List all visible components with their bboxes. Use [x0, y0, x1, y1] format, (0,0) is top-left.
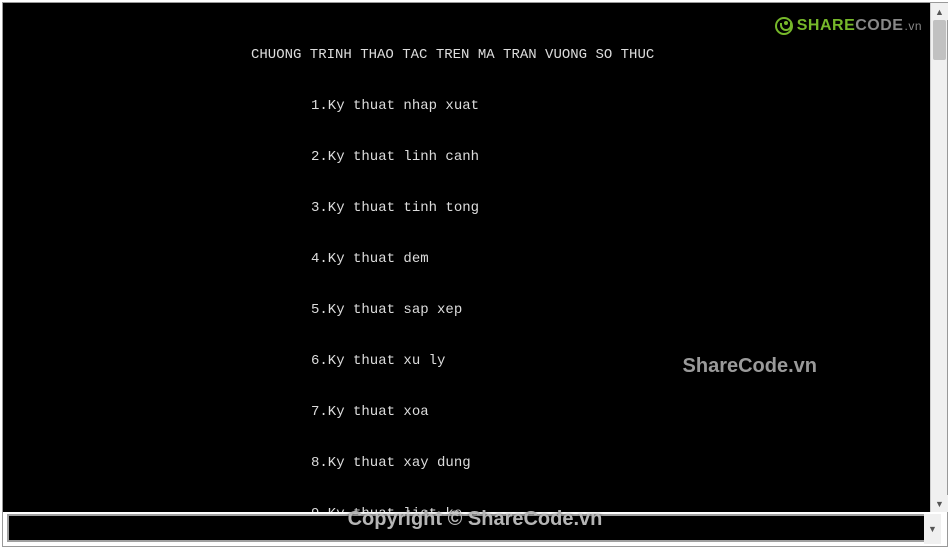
menu-item: 1.Ky thuat nhap xuat — [3, 98, 930, 115]
menu-item: 3.Ky thuat tinh tong — [3, 200, 930, 217]
console-output: CHUONG TRINH THAO TAC TREN MA TRAN VUONG… — [3, 3, 930, 512]
scroll-thumb[interactable] — [933, 20, 946, 60]
copyright-text: Copyright © ShareCode.vn — [348, 508, 603, 531]
menu-item: 2.Ky thuat linh canh — [3, 149, 930, 166]
dropdown-arrow-icon[interactable]: ▼ — [924, 514, 941, 544]
menu-item: 4.Ky thuat dem — [3, 251, 930, 268]
sharecode-logo-icon — [775, 17, 793, 35]
center-watermark: ShareCode.vn — [683, 355, 817, 378]
window-frame: CHUONG TRINH THAO TAC TREN MA TRAN VUONG… — [2, 2, 948, 547]
scroll-down-button[interactable]: ▼ — [931, 495, 948, 512]
logo-text: SHARECODE.vn — [797, 17, 922, 35]
scroll-up-button[interactable]: ▲ — [931, 3, 948, 20]
menu-item: 8.Ky thuat xay dung — [3, 455, 930, 472]
vertical-scrollbar[interactable]: ▲ ▼ — [930, 3, 947, 512]
menu-item: 5.Ky thuat sap xep — [3, 302, 930, 319]
program-title: CHUONG TRINH THAO TAC TREN MA TRAN VUONG… — [3, 47, 930, 64]
logo-watermark: SHARECODE.vn — [775, 17, 922, 35]
menu-item: 7.Ky thuat xoa — [3, 404, 930, 421]
